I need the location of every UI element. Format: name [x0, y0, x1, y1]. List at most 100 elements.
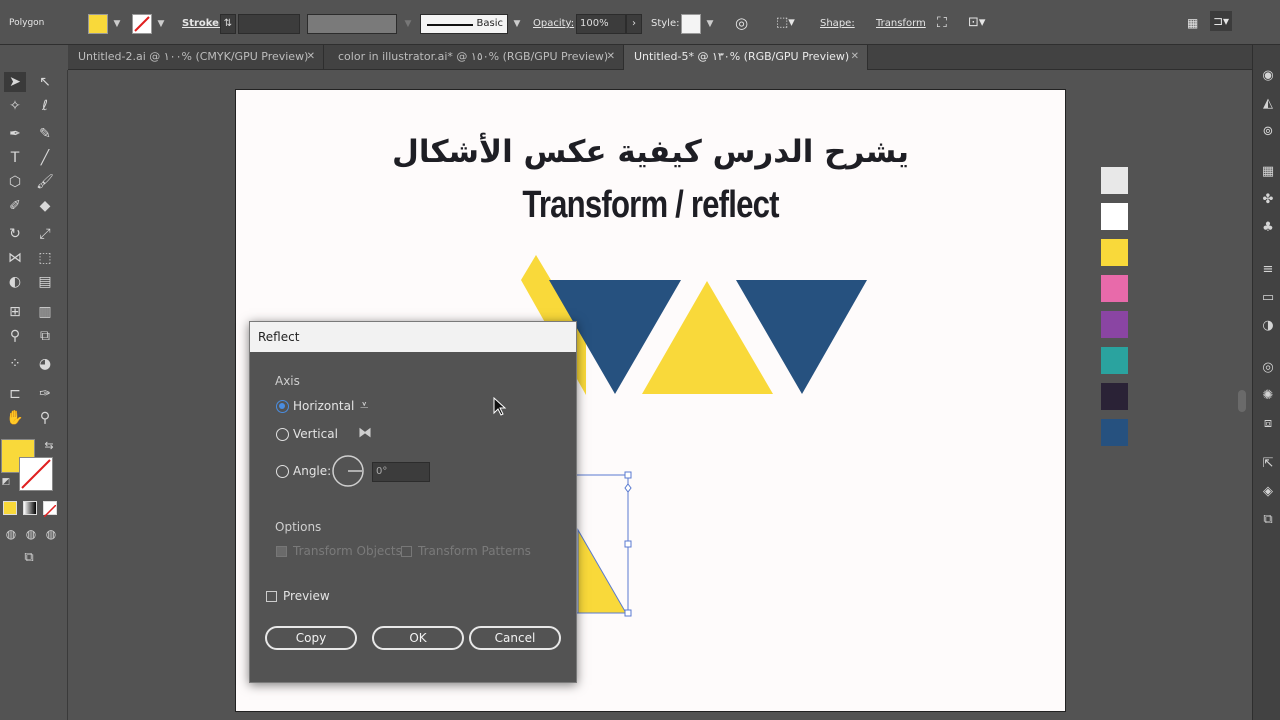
symbols-icon[interactable]: ♣ [1259, 219, 1277, 237]
vertical-radio[interactable] [276, 428, 289, 441]
opacity-label[interactable]: Opacity: [533, 14, 574, 34]
angle-input[interactable]: 0° [372, 462, 430, 482]
align-icon[interactable]: ⬚▾ [776, 13, 795, 33]
magic-wand-tool-icon[interactable]: ✧ [4, 96, 26, 116]
chevron-down-icon[interactable]: ▼ [510, 15, 524, 33]
swatches-icon[interactable]: ▦ [1259, 163, 1277, 181]
ok-button[interactable]: OK [372, 626, 464, 650]
slice-tool-icon[interactable]: ✑ [34, 384, 56, 404]
color-mode-icon[interactable] [3, 501, 17, 515]
export-icon[interactable]: ⇱ [1259, 455, 1277, 473]
width-tool-icon[interactable]: ⋈ [4, 248, 26, 268]
none-mode-icon[interactable] [43, 501, 57, 518]
graphic-styles-icon[interactable]: ✺ [1259, 387, 1277, 405]
resize-handle[interactable] [624, 540, 632, 548]
transform-panel-icon[interactable]: ⧈ [1259, 415, 1277, 433]
eraser-tool-icon[interactable]: ◆ [34, 196, 56, 216]
draw-inside-icon[interactable]: ◍ [40, 524, 62, 544]
gradient-panel-icon[interactable]: ▭ [1259, 289, 1277, 307]
stroke-swatch[interactable] [132, 14, 152, 34]
variable-width-profile[interactable] [307, 14, 397, 34]
palette-swatch[interactable] [1101, 275, 1128, 302]
tab-untitled-2[interactable]: Untitled-2.ai @ ١٠٠% (CMYK/GPU Preview) ✕ [68, 45, 324, 70]
palette-swatch[interactable] [1101, 419, 1128, 446]
pen-tool-icon[interactable]: ✒ [4, 124, 26, 144]
align-to-icon[interactable]: ⊡▾ [968, 13, 985, 33]
default-colors-icon[interactable]: ◩ [0, 472, 12, 492]
stroke-stepper[interactable]: ⇅ [220, 14, 236, 34]
stroke-panel-icon[interactable]: ≡ [1259, 261, 1277, 279]
close-icon[interactable]: ✕ [851, 45, 859, 69]
draw-normal-icon[interactable]: ◍ [0, 524, 22, 544]
corner-widget[interactable] [624, 483, 632, 493]
curvature-tool-icon[interactable]: ✎ [34, 124, 56, 144]
swap-colors-icon[interactable]: ⇆ [38, 436, 60, 456]
palette-swatch[interactable] [1101, 203, 1128, 230]
palette-swatch[interactable] [1101, 167, 1128, 194]
color-guide-icon[interactable]: ◭ [1259, 95, 1277, 113]
perspective-grid-tool-icon[interactable]: ▤ [34, 272, 56, 292]
palette-swatch[interactable] [1101, 311, 1128, 338]
workspace-switcher-icon[interactable]: ⊐▾ [1210, 11, 1233, 31]
transparency-icon[interactable]: ◑ [1259, 317, 1277, 335]
shaper-tool-icon[interactable]: ✐ [4, 196, 26, 216]
opacity-input[interactable]: 100% [576, 14, 626, 34]
screen-mode-icon[interactable]: ⧉ [18, 548, 40, 568]
horizontal-radio[interactable] [276, 400, 289, 413]
chevron-down-icon[interactable]: ▼ [110, 15, 124, 33]
artboard-tool-icon[interactable]: ⊏ [4, 384, 26, 404]
brushes-icon[interactable]: ✤ [1259, 191, 1277, 209]
graphic-style-swatch[interactable] [681, 14, 701, 34]
arrange-documents-icon[interactable]: ▦ [1187, 13, 1198, 33]
resize-handle[interactable] [624, 471, 632, 479]
chevron-down-icon[interactable]: ▼ [154, 15, 168, 33]
cancel-button[interactable]: Cancel [469, 626, 561, 650]
copy-button[interactable]: Copy [265, 626, 357, 650]
stroke-color-box[interactable] [19, 457, 53, 491]
canvas-scrollbar[interactable] [1238, 390, 1246, 412]
chevron-right-icon[interactable]: › [626, 14, 642, 34]
horizontal-label[interactable]: Horizontal [293, 399, 354, 413]
scale-tool-icon[interactable]: ⤢ [34, 224, 56, 244]
artboards-icon[interactable]: ⧉ [1259, 511, 1277, 529]
angle-label[interactable]: Angle: [293, 464, 331, 478]
recolor-artwork-icon[interactable]: ◎ [735, 13, 748, 33]
layers-icon[interactable]: ◈ [1259, 483, 1277, 501]
close-icon[interactable]: ✕ [607, 45, 615, 69]
angle-radio[interactable] [276, 465, 289, 478]
close-icon[interactable]: ✕ [307, 45, 315, 69]
yellow-triangle-small[interactable] [521, 255, 551, 280]
palette-swatch[interactable] [1101, 239, 1128, 266]
tab-color-in-illustrator[interactable]: color in illustrator.ai* @ ١٥٠% (RGB/GPU… [328, 45, 624, 70]
palette-swatch[interactable] [1101, 383, 1128, 410]
angle-dial[interactable] [331, 454, 365, 488]
color-panel-icon[interactable]: ◉ [1259, 67, 1277, 85]
chevron-down-icon[interactable]: ▼ [703, 15, 717, 33]
selected-yellow-triangle[interactable] [577, 528, 627, 614]
column-graph-tool-icon[interactable]: ◕ [34, 354, 56, 374]
line-tool-icon[interactable]: ╱ [34, 148, 56, 168]
transform-label[interactable]: Transform [876, 14, 926, 34]
gradient-mode-icon[interactable] [23, 501, 37, 515]
resize-handle[interactable] [624, 609, 632, 617]
preview-label[interactable]: Preview [283, 589, 330, 603]
palette-swatch[interactable] [1101, 347, 1128, 374]
shape-builder-tool-icon[interactable]: ◐ [4, 272, 26, 292]
stroke-weight-input[interactable] [238, 14, 300, 34]
stroke-label[interactable]: Stroke: [182, 14, 223, 34]
fill-swatch[interactable] [88, 14, 108, 34]
zoom-tool-icon[interactable]: ⚲ [34, 408, 56, 428]
tab-untitled-5[interactable]: Untitled-5* @ ١٣٠% (RGB/GPU Preview) ✕ [624, 45, 868, 70]
libraries-icon[interactable]: ⊚ [1259, 123, 1277, 141]
type-tool-icon[interactable]: T [4, 148, 26, 168]
mesh-tool-icon[interactable]: ⊞ [4, 302, 26, 322]
preview-checkbox[interactable] [266, 591, 277, 602]
free-transform-tool-icon[interactable]: ⬚ [34, 248, 56, 268]
draw-behind-icon[interactable]: ◍ [20, 524, 42, 544]
shape-label[interactable]: Shape: [820, 14, 855, 34]
brush-definition[interactable]: Basic [420, 14, 508, 34]
hand-tool-icon[interactable]: ✋ [4, 408, 26, 428]
transform-patterns-checkbox[interactable] [401, 546, 412, 557]
paintbrush-tool-icon[interactable]: 🖌 [34, 172, 56, 192]
vertical-label[interactable]: Vertical [293, 427, 338, 441]
